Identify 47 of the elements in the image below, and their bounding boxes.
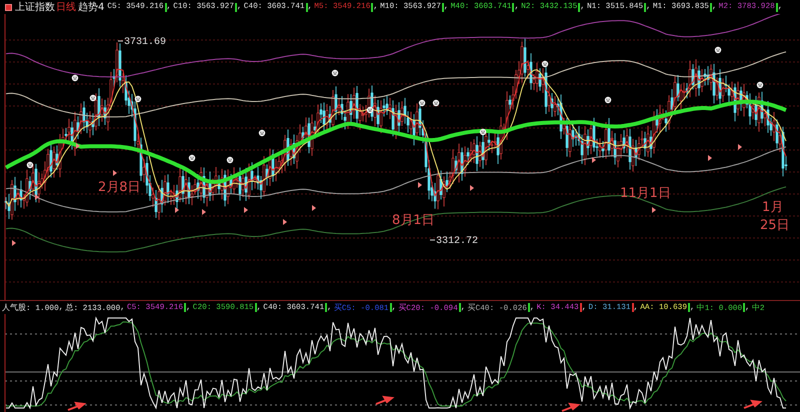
date-label: 1月: [762, 200, 784, 215]
triangle-marker-icon: [312, 205, 316, 211]
triangle-marker-icon: [35, 194, 39, 200]
leader-line: [118, 40, 124, 42]
smiley-icon: [604, 96, 612, 104]
smiley-icon: [480, 128, 486, 136]
smiley-icon: [332, 70, 338, 76]
date-label: 2月8日: [98, 180, 141, 195]
smiley-icon: [432, 100, 440, 106]
triangle-marker-icon: [418, 182, 422, 188]
triangle-marker-icon: [708, 155, 712, 161]
triangle-marker-icon: [738, 144, 742, 150]
period-label: 日线: [56, 0, 76, 14]
smiley-icon: [714, 46, 722, 54]
triangle-marker-icon: [175, 207, 179, 213]
price-label: 3312.72: [436, 236, 478, 247]
triangle-marker-icon: [76, 143, 80, 149]
date-label: 11月1日: [620, 186, 671, 201]
square-icon: [5, 4, 12, 10]
triangle-marker-icon: [113, 170, 117, 176]
arrow-icon: [743, 400, 761, 409]
date-label: 8月1日: [392, 213, 435, 228]
smiley-icon: [756, 82, 764, 88]
smiley-icon: [134, 96, 142, 102]
smiley-icon: [72, 74, 78, 82]
arrow-icon: [375, 396, 393, 405]
smiley-icon: [226, 156, 234, 164]
triangle-marker-icon: [244, 207, 248, 213]
smiley-icon: [258, 130, 266, 136]
arrow-icon: [67, 402, 85, 411]
price-label: 3731.69: [124, 37, 166, 48]
smiley-icon: [542, 60, 548, 68]
index-title: 上证指数: [15, 0, 55, 14]
indicator-name: 趋势4: [78, 0, 104, 14]
triangle-marker-icon: [470, 185, 474, 191]
triangle-marker-icon: [592, 157, 596, 163]
arrow-icon: [561, 402, 579, 412]
smiley-icon: [90, 94, 96, 102]
smiley-icon: [26, 162, 34, 168]
triangle-marker-icon: [652, 207, 656, 213]
triangle-marker-icon: [283, 219, 287, 225]
date-label: 25日: [760, 218, 790, 233]
smiley-icon: [188, 154, 196, 162]
smiley-icon: [418, 100, 426, 106]
smiley-icon: [366, 106, 374, 114]
triangle-marker-icon: [202, 209, 206, 215]
triangle-marker-icon: [12, 240, 16, 246]
